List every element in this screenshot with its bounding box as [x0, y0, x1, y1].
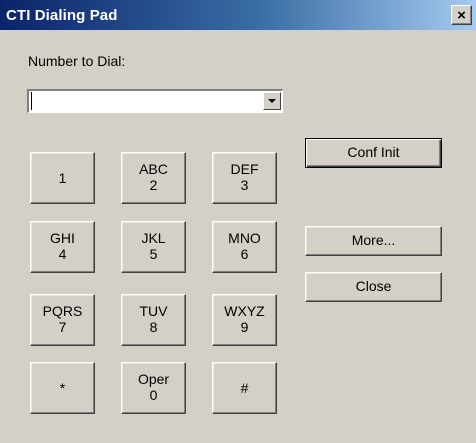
conf-init-button[interactable]: Conf Init	[305, 138, 442, 168]
number-to-dial-input[interactable]	[31, 92, 262, 110]
key-9-letters: WXYZ	[224, 303, 265, 319]
key-3-letters: DEF	[230, 161, 259, 177]
key-9-digit: 9	[240, 319, 249, 335]
close-icon: ×	[457, 6, 466, 24]
key-0-digit: 0	[149, 387, 158, 403]
key-2-digit: 2	[149, 177, 158, 193]
close-button[interactable]: Close	[305, 272, 442, 302]
key-5-letters: JKL	[141, 230, 166, 246]
number-to-dial-combobox[interactable]	[27, 89, 283, 113]
key-1-digit: 1	[58, 170, 67, 186]
close-window-button[interactable]: ×	[451, 5, 472, 25]
key-7-digit: 7	[58, 319, 67, 335]
key-4-letters: GHI	[50, 230, 75, 246]
key-5[interactable]: JKL 5	[121, 221, 186, 273]
key-3-digit: 3	[240, 177, 249, 193]
more-button[interactable]: More...	[305, 226, 442, 256]
number-to-dial-label: Number to Dial:	[28, 53, 125, 69]
key-star-symbol: *	[59, 380, 66, 396]
close-label: Close	[355, 278, 392, 294]
key-4-digit: 4	[58, 246, 67, 262]
more-label: More...	[351, 232, 396, 248]
key-2-letters: ABC	[139, 161, 168, 177]
key-9[interactable]: WXYZ 9	[212, 294, 277, 346]
dropdown-button[interactable]	[263, 92, 281, 110]
key-hash-symbol: #	[240, 380, 249, 396]
key-1[interactable]: 1	[30, 152, 95, 204]
number-to-dial-label-text: Number to Dial:	[28, 53, 126, 69]
key-6[interactable]: MNO 6	[212, 221, 277, 273]
key-0[interactable]: Oper 0	[121, 362, 186, 414]
key-5-digit: 5	[149, 246, 158, 262]
key-3[interactable]: DEF 3	[212, 152, 277, 204]
key-6-letters: MNO	[228, 230, 261, 246]
key-2[interactable]: ABC 2	[121, 152, 186, 204]
key-8-letters: TUV	[139, 303, 168, 319]
key-6-digit: 6	[240, 246, 249, 262]
key-star[interactable]: *	[30, 362, 95, 414]
key-7-letters: PQRS	[42, 303, 83, 319]
key-7[interactable]: PQRS 7	[30, 294, 95, 346]
cti-dialing-pad-window: CTI Dialing Pad × Number to Dial: 1 ABC …	[0, 0, 476, 443]
key-8-digit: 8	[149, 319, 158, 335]
key-4[interactable]: GHI 4	[30, 221, 95, 273]
key-8[interactable]: TUV 8	[121, 294, 186, 346]
conf-init-label: Conf Init	[347, 144, 400, 160]
key-0-letters: Oper	[137, 371, 170, 387]
chevron-down-icon	[268, 99, 276, 103]
title-bar[interactable]: CTI Dialing Pad ×	[0, 0, 476, 30]
key-hash[interactable]: #	[212, 362, 277, 414]
window-title: CTI Dialing Pad	[6, 6, 118, 24]
